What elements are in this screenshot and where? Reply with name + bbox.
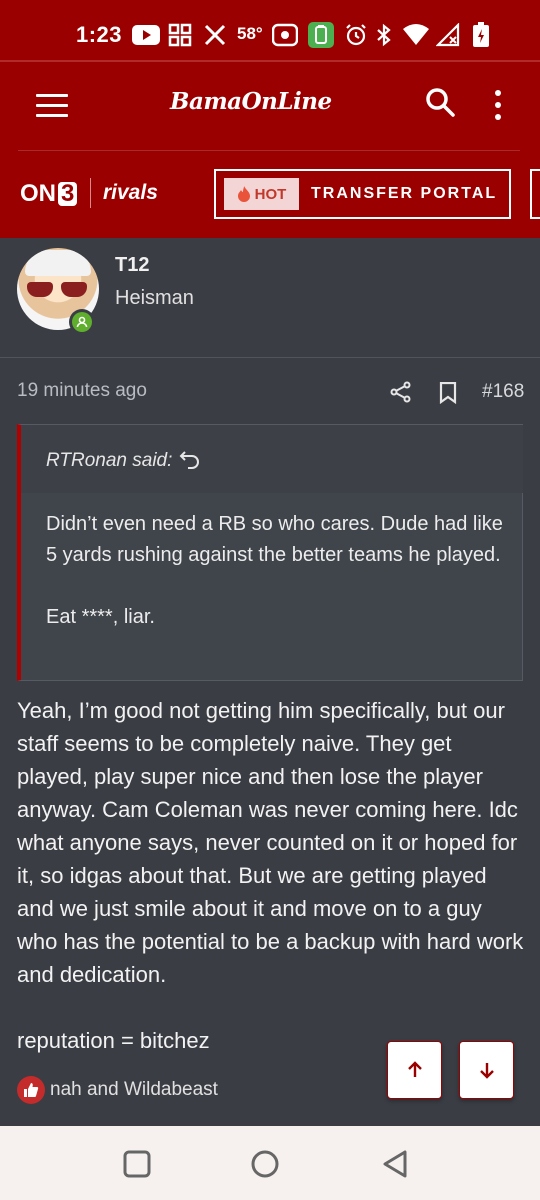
back-icon[interactable] (382, 1150, 408, 1183)
status-temperature: 58° (237, 24, 263, 43)
battery-saver-icon (308, 22, 334, 48)
flame-icon (237, 186, 250, 202)
scroll-up-button[interactable] (387, 1041, 442, 1099)
android-nav-bar (0, 1126, 540, 1200)
post-paragraph: reputation = bitchez (17, 1028, 210, 1053)
status-bar: 1:23 58° (0, 0, 540, 60)
bookmark-icon[interactable] (439, 381, 457, 409)
alarm-icon (344, 22, 368, 48)
more-options-icon[interactable] (488, 90, 508, 124)
bluetooth-icon (376, 22, 392, 48)
arrow-up-icon (407, 1061, 422, 1077)
transfer-portal-label: TRANSFER PORTAL (311, 185, 498, 202)
next-nav-button[interactable] (530, 169, 540, 219)
post-number-link[interactable]: #168 (482, 381, 524, 403)
on3-logo[interactable]: ON 3 (20, 180, 78, 208)
post-author: T12 Heisman (0, 238, 540, 358)
battery-icon (472, 22, 490, 48)
go-to-quote-icon[interactable] (179, 448, 201, 475)
like-icon (17, 1076, 45, 1104)
post-timestamp[interactable]: 19 minutes ago (17, 380, 147, 402)
site-logo[interactable]: BamaOnLine (170, 88, 332, 115)
online-status-icon (69, 309, 95, 335)
reactions-bar[interactable]: nah and Wildabeast (17, 1076, 218, 1104)
quote-paragraph: Didn’t even need a RB so who cares. Dude… (46, 513, 503, 566)
wifi-icon (402, 22, 430, 48)
transfer-portal-button[interactable]: HOT TRANSFER PORTAL (214, 169, 511, 219)
reactions-text: nah and Wildabeast (50, 1079, 218, 1100)
recents-icon[interactable] (123, 1150, 151, 1183)
youtube-icon (132, 22, 160, 48)
quote-block: RTRonan said: Didn’t even need a RB so w… (17, 424, 523, 681)
apps-icon (168, 22, 192, 48)
home-icon[interactable] (251, 1150, 279, 1183)
site-header: BamaOnLine ON 3 rivals HOT TRANSFER PORTA… (0, 60, 540, 238)
user-rank: Heisman (115, 287, 194, 309)
x-icon (203, 22, 227, 48)
share-icon[interactable] (390, 381, 412, 408)
post-body: Yeah, I’m good not getting him specifica… (17, 694, 527, 1057)
quote-paragraph: Eat ****, liar. (46, 606, 155, 628)
post-paragraph: Yeah, I’m good not getting him specifica… (17, 698, 524, 987)
quote-author[interactable]: RTRonan said: (46, 450, 172, 472)
quote-header: RTRonan said: (21, 425, 523, 493)
scroll-down-button[interactable] (459, 1041, 514, 1099)
signal-icon (436, 22, 460, 48)
hamburger-menu-icon[interactable] (36, 94, 72, 120)
radio-icon (272, 22, 298, 48)
status-time: 1:23 (76, 22, 123, 47)
arrow-down-icon (479, 1063, 494, 1079)
rivals-logo[interactable]: rivals (103, 181, 158, 205)
search-icon[interactable] (424, 86, 456, 123)
quote-body: Didn’t even need a RB so who cares. Dude… (46, 509, 516, 633)
username[interactable]: T12 (115, 254, 149, 277)
hot-badge: HOT (224, 178, 299, 210)
